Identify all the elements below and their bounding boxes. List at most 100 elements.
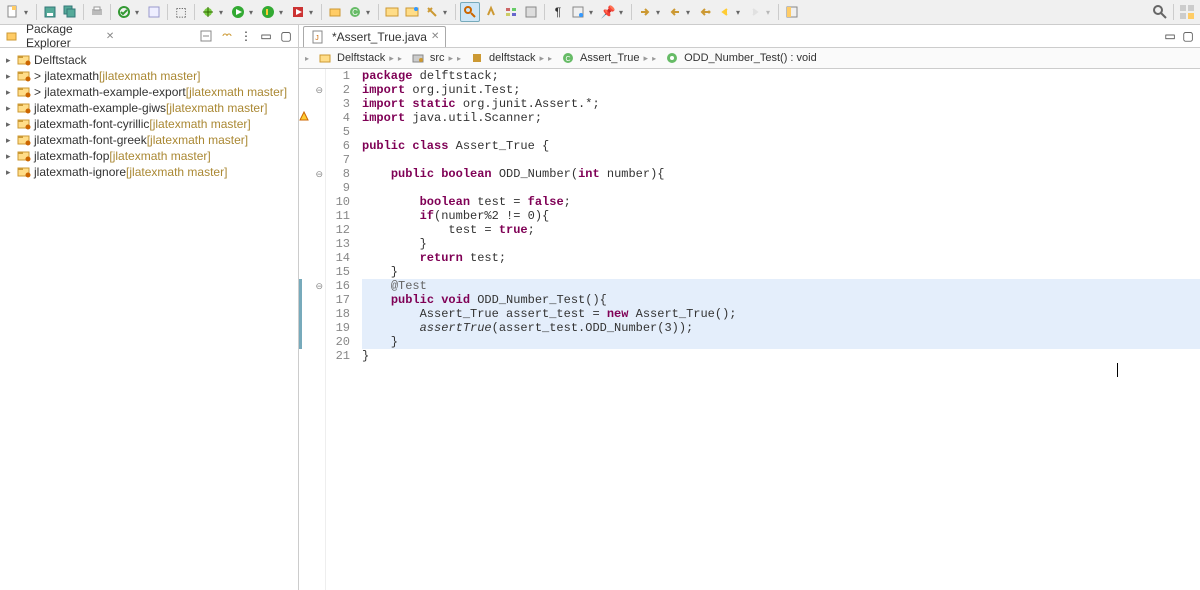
open-perspective-icon[interactable] [783, 3, 801, 21]
pi-icon[interactable] [569, 3, 587, 21]
new-pkg-icon[interactable] [326, 3, 344, 21]
code-editor[interactable]: ⊖ ⊖ ⊖ 123456789101112131415161718192021p… [299, 69, 1200, 590]
perspective-switcher-icon[interactable] [1178, 3, 1196, 21]
expander-icon[interactable]: ▸ [6, 71, 16, 82]
expander-icon[interactable]: ▸ [6, 87, 16, 98]
save-all-icon[interactable] [61, 3, 79, 21]
dropdown-icon[interactable]: ▾ [219, 8, 227, 17]
breadcrumb-item[interactable]: ▸delftstack [457, 50, 535, 66]
expander-icon[interactable]: ▸ [6, 103, 16, 114]
new-class-icon[interactable]: C [346, 3, 364, 21]
project-icon [16, 132, 32, 148]
coverage-icon[interactable] [259, 3, 277, 21]
dropdown-icon[interactable]: ▾ [619, 8, 627, 17]
dropdown-icon[interactable]: ▾ [249, 8, 257, 17]
project-icon [16, 84, 32, 100]
dropdown-icon[interactable]: ▾ [366, 8, 374, 17]
package-explorer-panel: Package Explorer ✕ ⋮ ▭ ▢ ▸ Delftstack ▸ … [0, 25, 299, 590]
expander-icon[interactable]: ▸ [6, 119, 16, 130]
expander-icon[interactable]: ▸ [652, 54, 662, 63]
focus-icon[interactable]: ⋮ [238, 28, 254, 44]
link-editor-icon[interactable] [218, 28, 234, 44]
maximize-icon[interactable]: ▢ [278, 28, 294, 44]
toggle-block-icon[interactable] [522, 3, 540, 21]
tree-item[interactable]: ▸ jlatexmath-example-giws [jlatexmath ma… [0, 100, 298, 116]
expander-icon[interactable]: ▸ [548, 54, 558, 63]
dropdown-icon[interactable]: ▾ [589, 8, 597, 17]
dropdown-icon[interactable]: ▾ [686, 8, 694, 17]
collapse-all-icon[interactable] [198, 28, 214, 44]
breadcrumb-label: Delftstack [337, 52, 385, 64]
dropdown-icon[interactable]: ▾ [766, 8, 774, 17]
dropdown-icon[interactable]: ▾ [135, 8, 143, 17]
run-icon[interactable] [229, 3, 247, 21]
minimize-icon[interactable]: ▭ [258, 28, 274, 44]
expander-icon[interactable]: ▸ [6, 55, 16, 66]
terminal-icon[interactable]: ⬚ [172, 3, 190, 21]
tree-item-repo: [jlatexmath master] [149, 117, 250, 131]
text-caret [1117, 363, 1119, 377]
tree-item[interactable]: ▸ > jlatexmath-example-export [jlatexmat… [0, 84, 298, 100]
show-whitespace-icon[interactable]: ¶ [549, 3, 567, 21]
pin-icon[interactable]: 📌 [599, 3, 617, 21]
open-type-icon[interactable] [383, 3, 401, 21]
dropdown-icon[interactable]: ▾ [24, 8, 32, 17]
toggle-highlight-icon[interactable] [460, 2, 480, 22]
breadcrumb: ▸Delftstack▸▸src▸▸delftstack▸▸CAssert_Tr… [299, 48, 1200, 69]
package-icon [469, 50, 485, 66]
tree-item[interactable]: ▸ jlatexmath-fop [jlatexmath master] [0, 148, 298, 164]
tree-item-label: jlatexmath-example-giws [34, 101, 166, 115]
search-icon[interactable] [1151, 3, 1169, 21]
svg-text:C: C [352, 8, 358, 17]
tree-item[interactable]: ▸ jlatexmath-ignore [jlatexmath master] [0, 164, 298, 180]
expander-icon[interactable]: ▸ [6, 135, 16, 146]
expander-icon[interactable]: ▸ [398, 54, 408, 63]
annotation-icon[interactable] [482, 3, 500, 21]
tree-item[interactable]: ▸ jlatexmath-font-greek [jlatexmath mast… [0, 132, 298, 148]
tree-item[interactable]: ▸ > jlatexmath [jlatexmath master] [0, 68, 298, 84]
breadcrumb-item[interactable]: ▸ Delftstack [305, 50, 385, 66]
dropdown-icon[interactable]: ▾ [656, 8, 664, 17]
tree-item-repo: [jlatexmath master] [99, 69, 200, 83]
tree-item[interactable]: ▸ jlatexmath-font-cyrillic [jlatexmath m… [0, 116, 298, 132]
expander-icon[interactable]: ▸ [305, 54, 315, 63]
expander-icon[interactable]: ▸ [6, 167, 16, 178]
back-icon[interactable] [716, 3, 734, 21]
editor-tab[interactable]: J *Assert_True.java ✕ [303, 26, 446, 47]
close-view-icon[interactable]: ✕ [106, 31, 114, 42]
dropdown-icon[interactable]: ▾ [443, 8, 451, 17]
prev-ann-icon[interactable] [666, 3, 684, 21]
breadcrumb-item[interactable]: ▸ODD_Number_Test() : void [652, 50, 817, 66]
package-explorer-header: Package Explorer ✕ ⋮ ▭ ▢ [0, 25, 298, 48]
close-tab-icon[interactable]: ✕ [431, 31, 439, 42]
dropdown-icon[interactable]: ▾ [309, 8, 317, 17]
dropdown-icon[interactable]: ▾ [736, 8, 744, 17]
build-icon[interactable] [115, 3, 133, 21]
skip-bp-icon[interactable] [145, 3, 163, 21]
breadcrumb-item[interactable]: ▸src [398, 50, 445, 66]
package-tree[interactable]: ▸ Delftstack ▸ > jlatexmath [jlatexmath … [0, 48, 298, 590]
debug-icon[interactable] [199, 3, 217, 21]
maximize-editor-icon[interactable]: ▢ [1180, 28, 1196, 44]
expander-icon[interactable]: ▸ [457, 54, 467, 63]
package-explorer-title: Package Explorer [26, 22, 102, 50]
open-task-icon[interactable] [403, 3, 421, 21]
print-icon[interactable] [88, 3, 106, 21]
ext-run-icon[interactable] [289, 3, 307, 21]
forward-icon[interactable] [746, 3, 764, 21]
new-icon[interactable] [4, 3, 22, 21]
toggle-breadcrumb-icon[interactable] [502, 3, 520, 21]
next-ann-icon[interactable] [636, 3, 654, 21]
project-icon [16, 164, 32, 180]
tree-item-repo: [jlatexmath master] [147, 133, 248, 147]
search-menu-icon[interactable] [423, 3, 441, 21]
tree-item[interactable]: ▸ Delftstack [0, 52, 298, 68]
save-icon[interactable] [41, 3, 59, 21]
minimize-editor-icon[interactable]: ▭ [1162, 28, 1178, 44]
breadcrumb-item[interactable]: ▸CAssert_True [548, 50, 640, 66]
method-icon [664, 50, 680, 66]
expander-icon[interactable]: ▸ [6, 151, 16, 162]
tree-item-label: > jlatexmath-example-export [34, 85, 186, 99]
dropdown-icon[interactable]: ▾ [279, 8, 287, 17]
last-edit-icon[interactable] [696, 3, 714, 21]
